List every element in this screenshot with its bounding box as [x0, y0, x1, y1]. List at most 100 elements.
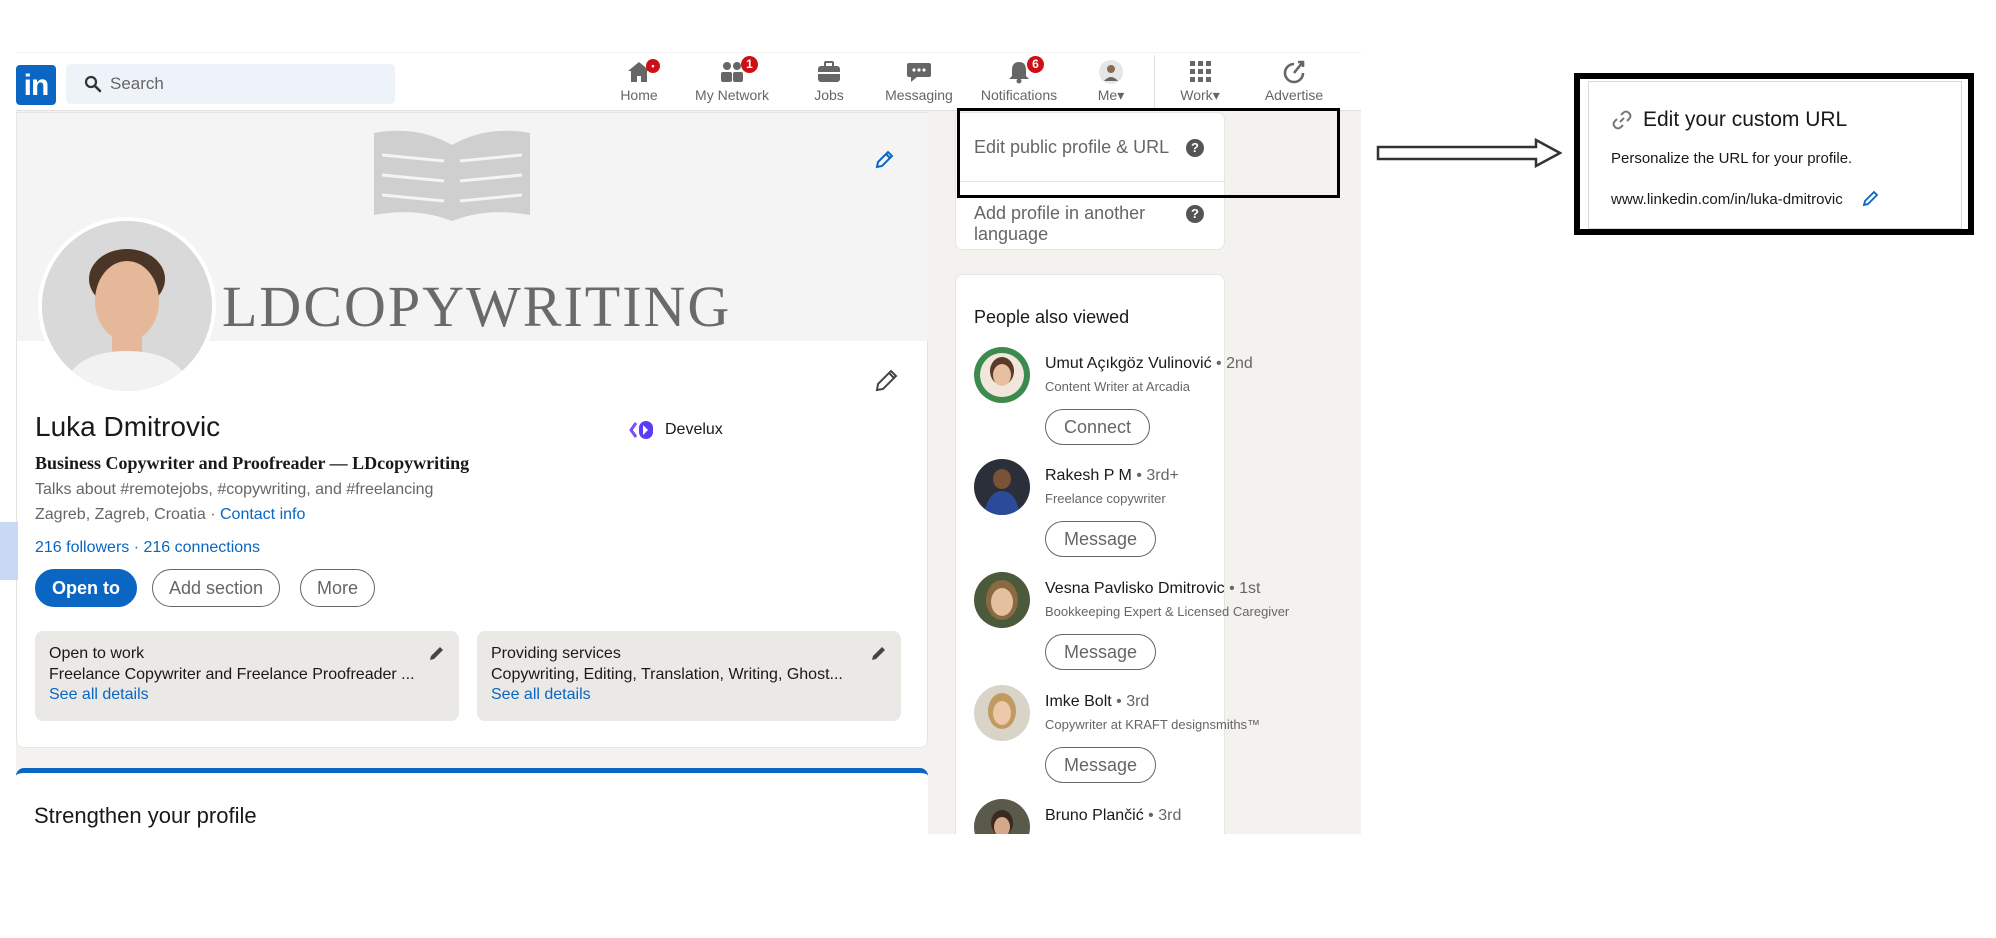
connections-link[interactable]: · 216 connections [134, 539, 260, 556]
add-section-button[interactable]: Add section [152, 569, 281, 607]
nav-label: Work▾ [1172, 87, 1228, 104]
develux-logo-icon [629, 421, 653, 439]
search-input[interactable] [110, 64, 380, 104]
open-to-work-desc: Freelance Copywriter and Freelance Proof… [49, 666, 415, 683]
me-label: Me [1097, 87, 1118, 103]
message-button[interactable]: Message [1045, 747, 1157, 783]
briefcase-icon [818, 61, 840, 82]
nav-label: My Network [695, 87, 769, 103]
help-icon[interactable]: ? [1186, 205, 1204, 223]
nav-label: Notifications [980, 87, 1058, 103]
services-title: Providing services [491, 645, 621, 662]
custom-url-value: www.linkedin.com/in/luka-dmitrovic [1611, 190, 1843, 208]
nav-label: Jobs [814, 87, 844, 103]
profile-name: Luka Dmitrovic [35, 411, 221, 442]
person-name: Rakesh P M • 3rd+ [1045, 467, 1179, 485]
person-title: Bookkeeping Expert & Licensed Caregiver [1045, 604, 1290, 619]
linkedin-logo[interactable]: in [16, 65, 56, 105]
people-also-viewed-title: People also viewed [974, 307, 1130, 327]
custom-url-title: Edit your custom URL [1643, 108, 1848, 131]
nav-advertise[interactable]: Advertise [1262, 59, 1326, 109]
highlight-box [957, 108, 1340, 198]
nav-divider [1154, 55, 1155, 111]
person-title: Copywriter at KRAFT designsmiths™ [1045, 717, 1261, 732]
search-box[interactable] [66, 64, 395, 104]
open-to-work-card[interactable]: Open to work Freelance Copywriter and Fr… [35, 631, 459, 721]
custom-url-description: Personalize the URL for your profile. [1611, 150, 1853, 167]
connection-degree: • 3rd [1116, 693, 1150, 710]
nav-label: Home [620, 87, 658, 103]
custom-url-callout: Edit your custom URL Personalize the URL… [1574, 73, 1974, 235]
nav-label: Advertise [1264, 87, 1324, 103]
people-also-viewed-card: People also viewed Umut Açıkgöz Vulinovi… [955, 274, 1289, 834]
person-name: Imke Bolt • 3rd [1045, 693, 1149, 711]
nav-my-network[interactable]: 1 My Network [692, 56, 772, 109]
connection-degree: • 1st [1229, 580, 1261, 597]
work-label: Work [1180, 87, 1213, 103]
nav-jobs[interactable]: Jobs [808, 59, 850, 109]
notifications-badge: 6 [1027, 56, 1044, 73]
person-name-text: Vesna Pavlisko Dmitrovic [1045, 580, 1225, 597]
link-icon [1612, 110, 1632, 130]
person-name-text: Imke Bolt [1045, 693, 1112, 710]
nav-notifications[interactable]: 6 Notifications [974, 56, 1064, 109]
person-avatar [974, 799, 1030, 834]
profile-location: Zagreb, Zagreb, Croatia · Contact info [35, 506, 305, 524]
nav-home[interactable]: • Home [614, 59, 664, 109]
message-button[interactable]: Message [1045, 634, 1157, 670]
open-to-work-details-link[interactable]: See all details [49, 686, 445, 704]
person-name: Umut Açıkgöz Vulinović • 2nd [1045, 355, 1253, 373]
person-name-text: Umut Açıkgöz Vulinović [1045, 355, 1212, 372]
person-name-text: Rakesh P M [1045, 467, 1132, 484]
strengthen-title: Strengthen your profile [34, 803, 257, 828]
person-name: Bruno Plančić • 3rd [1045, 807, 1181, 825]
strengthen-profile-card: Strengthen your profile [16, 768, 928, 834]
caret-down-icon: ▾ [1117, 87, 1125, 103]
custom-url-title-row: Edit your custom URL [1611, 108, 1847, 132]
services-details-link[interactable]: See all details [491, 686, 887, 704]
profile-avatar[interactable] [38, 217, 216, 395]
left-edge-accent [0, 522, 18, 580]
open-to-work-title: Open to work [49, 645, 145, 662]
open-to-button[interactable]: Open to [35, 569, 137, 607]
edit-services-pencil-icon[interactable] [869, 645, 887, 663]
connection-degree: • 3rd [1148, 807, 1182, 824]
custom-url-panel: Edit your custom URL Personalize the URL… [1588, 81, 1962, 229]
person-name-text: Bruno Plančić [1045, 807, 1144, 824]
nav-me[interactable]: Me▾ [1086, 59, 1136, 109]
services-desc: Copywriting, Editing, Translation, Writi… [491, 666, 843, 683]
grid-icon [1190, 61, 1211, 82]
current-company[interactable]: Develux [629, 419, 723, 441]
profile-headline: Business Copywriter and Proofreader — LD… [35, 453, 470, 473]
linkedin-screenshot: in • Home 1 My Network [16, 52, 1361, 834]
profile-card: LDCOPYWRITING Luka Dmitrovic Business Co… [16, 112, 929, 748]
custom-url-row: www.linkedin.com/in/luka-dmitrovic [1611, 190, 1879, 208]
more-button[interactable]: More [300, 569, 376, 607]
edit-url-pencil-icon[interactable] [1861, 190, 1879, 208]
follow-stats: 216 followers · 216 connections [35, 539, 260, 557]
edit-banner-pencil-icon[interactable] [873, 149, 895, 171]
nav-label: Messaging [885, 87, 953, 103]
banner-brand-text: LDCOPYWRITING [222, 274, 732, 339]
messaging-icon [907, 63, 931, 82]
search-icon [84, 75, 102, 93]
location-text: Zagreb, Zagreb, Croatia · [35, 506, 216, 523]
followers-link[interactable]: 216 followers [35, 539, 129, 556]
connection-degree: • 3rd+ [1136, 467, 1179, 484]
edit-intro-pencil-icon[interactable] [873, 368, 899, 394]
network-badge: 1 [741, 56, 758, 73]
book-logo-icon [374, 130, 530, 221]
avatar-icon [1099, 60, 1123, 84]
nav-messaging[interactable]: Messaging [884, 59, 954, 109]
person-avatar [974, 347, 1030, 403]
advertise-icon [1283, 60, 1305, 84]
home-badge: • [646, 59, 660, 73]
nav-work[interactable]: Work▾ [1172, 59, 1228, 109]
top-navbar: in • Home 1 My Network [16, 53, 1361, 111]
edit-open-to-work-pencil-icon[interactable] [427, 645, 445, 663]
person-avatar [974, 685, 1030, 741]
contact-info-link[interactable]: Contact info [220, 506, 305, 523]
providing-services-card[interactable]: Providing services Copywriting, Editing,… [477, 631, 901, 721]
connect-button[interactable]: Connect [1045, 409, 1151, 445]
message-button[interactable]: Message [1045, 521, 1157, 557]
